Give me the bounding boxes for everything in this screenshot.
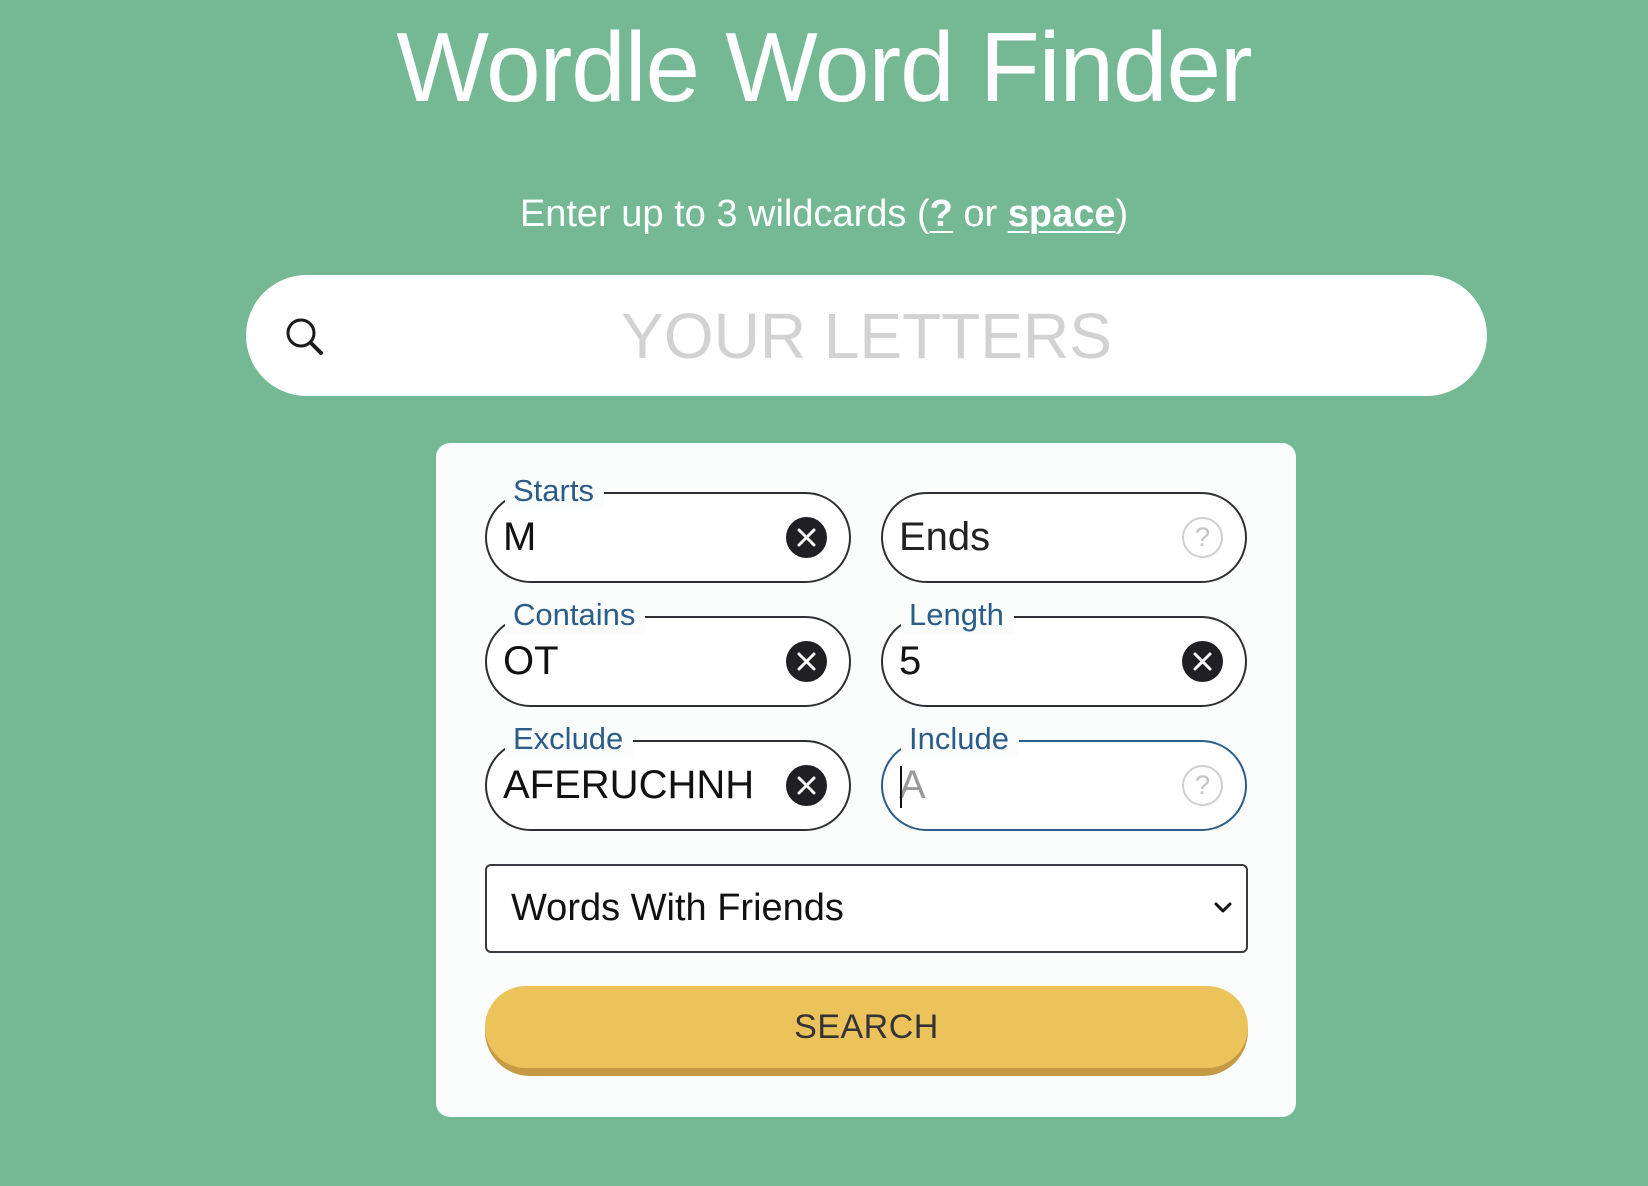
- contains-input[interactable]: [503, 618, 779, 705]
- filter-panel: Starts ? Contains Length Exclude Incl: [436, 443, 1296, 1117]
- letters-search-bar[interactable]: [246, 275, 1487, 396]
- ends-input[interactable]: [899, 494, 1175, 581]
- dictionary-select-value: Words With Friends: [511, 887, 844, 929]
- wildcard-hint-middle: or: [952, 193, 1008, 235]
- wildcard-hint: Enter up to 3 wildcards (? or space): [0, 190, 1648, 238]
- exclude-field[interactable]: Exclude: [485, 720, 851, 831]
- wildcard-hint-prefix: Enter up to 3 wildcards (: [519, 193, 930, 235]
- text-caret: [900, 766, 902, 808]
- clear-icon[interactable]: [786, 517, 827, 558]
- include-field[interactable]: Include ?: [881, 720, 1247, 831]
- wildcard-question-link[interactable]: ?: [930, 193, 953, 235]
- include-input[interactable]: [899, 742, 1175, 829]
- length-field[interactable]: Length: [881, 596, 1247, 707]
- help-icon[interactable]: ?: [1182, 517, 1223, 558]
- wildcard-space-link[interactable]: space: [1008, 193, 1116, 235]
- chevron-down-icon: [1214, 900, 1232, 914]
- search-button-label: SEARCH: [485, 986, 1248, 1068]
- ends-field[interactable]: ?: [881, 492, 1247, 583]
- clear-icon[interactable]: [786, 765, 827, 806]
- letters-input[interactable]: [346, 275, 1387, 396]
- starts-field[interactable]: Starts: [485, 472, 851, 583]
- search-icon: [284, 316, 326, 358]
- clear-icon[interactable]: [786, 641, 827, 682]
- help-icon[interactable]: ?: [1182, 765, 1223, 806]
- wildcard-hint-suffix: ): [1115, 193, 1129, 235]
- contains-field[interactable]: Contains: [485, 596, 851, 707]
- search-button[interactable]: SEARCH: [485, 986, 1248, 1076]
- length-input[interactable]: [899, 618, 1175, 705]
- page-title: Wordle Word Finder: [396, 12, 1252, 122]
- dictionary-select[interactable]: Words With Friends: [485, 864, 1248, 953]
- starts-input[interactable]: [503, 494, 779, 581]
- exclude-input[interactable]: [503, 742, 779, 829]
- clear-icon[interactable]: [1182, 641, 1223, 682]
